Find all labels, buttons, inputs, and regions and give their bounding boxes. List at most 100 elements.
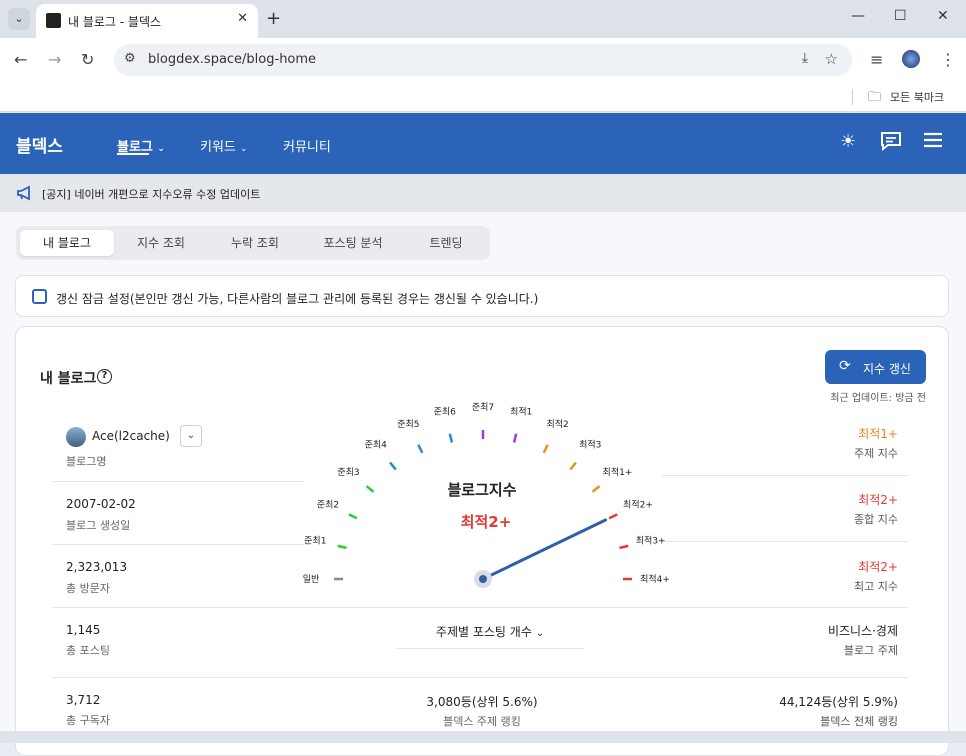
- sun-icon[interactable]: ☀: [840, 131, 856, 152]
- topic-select-label: 주제별 포스팅 개수: [435, 625, 532, 639]
- tab-trending[interactable]: 트렌딩: [404, 230, 488, 256]
- total-visitors-label: 총 방문자: [66, 582, 110, 595]
- tab-close-icon[interactable]: ✕: [237, 11, 248, 26]
- browser-tab[interactable]: 내 블로그 - 블덱스 ✕: [36, 4, 258, 38]
- menu-icon[interactable]: [922, 131, 944, 154]
- close-window-button[interactable]: ✕: [937, 8, 949, 24]
- total-visitors: 2,323,013: [66, 560, 128, 574]
- gauge-level-label: 최적2: [546, 418, 568, 430]
- notice-text[interactable]: [공지] 네이버 개편으로 지수오류 수정 업데이트: [42, 186, 260, 202]
- gauge-tick: [448, 433, 454, 443]
- total-subscribers: 3,712: [66, 693, 101, 707]
- blog-select-dropdown[interactable]: ⌄: [180, 425, 202, 447]
- gauge-level-label: 최적3: [579, 439, 601, 451]
- gauge-level-label: 준최7: [472, 402, 494, 413]
- new-tab-button[interactable]: +: [266, 8, 281, 29]
- profile-avatar[interactable]: [902, 50, 920, 68]
- install-app-icon[interactable]: ⤓: [802, 50, 808, 66]
- site-info-icon[interactable]: ⚙: [124, 51, 136, 66]
- nav-keyword-label: 키워드: [200, 140, 236, 155]
- gauge-tick: [389, 461, 397, 471]
- divider: [52, 544, 304, 545]
- gauge-tick: [542, 444, 549, 454]
- chat-icon[interactable]: [880, 131, 902, 156]
- gauge-tick: [619, 544, 629, 550]
- gauge-tick: [348, 513, 358, 520]
- blog-name: Ace(l2cache): [92, 429, 170, 443]
- gauge-pivot: [479, 575, 487, 583]
- media-playlist-icon[interactable]: ≡: [870, 50, 883, 69]
- created-date: 2007-02-02: [66, 497, 136, 511]
- total-posts: 1,145: [66, 623, 101, 637]
- highest-index-value: 최적2+: [858, 560, 898, 574]
- total-rank-value: 44,124등(상위 5.9%): [779, 695, 898, 709]
- divider: [662, 541, 908, 542]
- tab-posting-analysis[interactable]: 포스팅 분석: [306, 230, 400, 256]
- lock-label[interactable]: 갱신 잠금 설정(본인만 갱신 가능, 다른사람의 블로그 관리에 등록된 경우…: [56, 290, 538, 307]
- refresh-index-button[interactable]: ⟳ 지수 갱신: [825, 350, 926, 384]
- my-blog-card: 내 블로그 ? ⟳ 지수 갱신 최근 업데이트: 방금 전 Ace(l2cach…: [15, 326, 949, 756]
- card-title: 내 블로그: [40, 371, 97, 387]
- forward-icon[interactable]: →: [48, 50, 61, 69]
- total-posts-label: 총 포스팅: [66, 644, 110, 657]
- browser-tab-strip: ⌄ 내 블로그 - 블덱스 ✕ + — ☐ ✕: [0, 0, 966, 38]
- address-bar[interactable]: ⚙ blogdex.space/blog-home ⤓ ☆: [114, 44, 852, 76]
- more-menu-icon[interactable]: ⋮: [940, 50, 956, 69]
- os-taskbar: [0, 731, 966, 743]
- tab-title: 내 블로그 - 블덱스: [68, 15, 162, 29]
- notice-bar[interactable]: [공지] 네이버 개편으로 지수오류 수정 업데이트: [0, 174, 966, 212]
- gauge-level-label: 일반: [303, 574, 320, 585]
- gauge-tick: [591, 485, 601, 493]
- url-text[interactable]: blogdex.space/blog-home: [148, 52, 316, 67]
- highest-index-label: 최고 지수: [854, 580, 898, 593]
- gauge-title: 블로그지수: [447, 481, 516, 499]
- gauge-tick: [417, 444, 424, 454]
- blog-topic-value: 비즈니스·경제: [827, 624, 898, 638]
- help-icon[interactable]: ?: [97, 369, 112, 384]
- back-icon[interactable]: ←: [14, 50, 27, 69]
- maximize-button[interactable]: ☐: [894, 8, 907, 24]
- all-bookmarks-link[interactable]: 모든 북마크: [890, 89, 944, 105]
- bookmark-star-icon[interactable]: ☆: [825, 50, 838, 68]
- total-subscribers-label: 총 구독자: [66, 714, 110, 727]
- sub-tabs: 내 블로그 지수 조회 누락 조회 포스팅 분석 트렌딩: [16, 226, 490, 260]
- overall-index-label: 종합 지수: [854, 513, 898, 526]
- refresh-icon: ⟳: [839, 358, 851, 374]
- divider: [662, 475, 908, 476]
- gauge-level-label: 최적1+: [603, 466, 633, 478]
- folder-icon[interactable]: 🗀: [868, 88, 881, 110]
- bookmarks-divider: [852, 89, 853, 105]
- gauge-level-label: 최적1: [510, 405, 532, 417]
- created-date-label: 블로그 생성일: [66, 519, 131, 532]
- gauge-level-label: 준최3: [337, 467, 359, 478]
- gauge-tick: [569, 461, 577, 471]
- favicon-icon: [46, 13, 61, 28]
- tab-missing-lookup[interactable]: 누락 조회: [210, 230, 300, 256]
- gauge-level-label: 준최2: [317, 499, 339, 510]
- megaphone-icon: [16, 185, 34, 205]
- tab-my-blog[interactable]: 내 블로그: [20, 230, 114, 256]
- topic-index-value: 최적1+: [858, 427, 898, 441]
- reload-icon[interactable]: ↻: [81, 50, 94, 69]
- tab-index-lookup[interactable]: 지수 조회: [116, 230, 206, 256]
- tab-search-button[interactable]: ⌄: [8, 8, 30, 30]
- gauge-tick: [608, 513, 618, 520]
- topic-rank-value: 3,080등(상위 5.6%): [426, 695, 538, 709]
- nav-keyword[interactable]: 키워드 ⌄: [200, 136, 248, 155]
- topic-index-label: 주제 지수: [854, 447, 898, 460]
- gauge-level-label: 준최4: [365, 440, 388, 451]
- site-logo[interactable]: 블덱스: [16, 132, 63, 157]
- gauge-value: 최적2+: [461, 513, 512, 531]
- minimize-button[interactable]: —: [851, 8, 865, 24]
- last-updated: 최근 업데이트: 방금 전: [830, 393, 926, 404]
- blog-name-label: 블로그명: [66, 455, 107, 468]
- active-nav-underline: [117, 153, 149, 155]
- gauge-level-label: 준최6: [434, 406, 457, 417]
- gauge-tick: [337, 544, 347, 550]
- gauge-tick: [512, 433, 518, 443]
- lock-checkbox[interactable]: [32, 289, 47, 304]
- divider: [52, 677, 908, 678]
- topic-post-count-select[interactable]: 주제별 포스팅 개수 ⌄: [396, 619, 584, 649]
- nav-community[interactable]: 커뮤니티: [283, 136, 331, 155]
- overall-index-value: 최적2+: [858, 493, 898, 507]
